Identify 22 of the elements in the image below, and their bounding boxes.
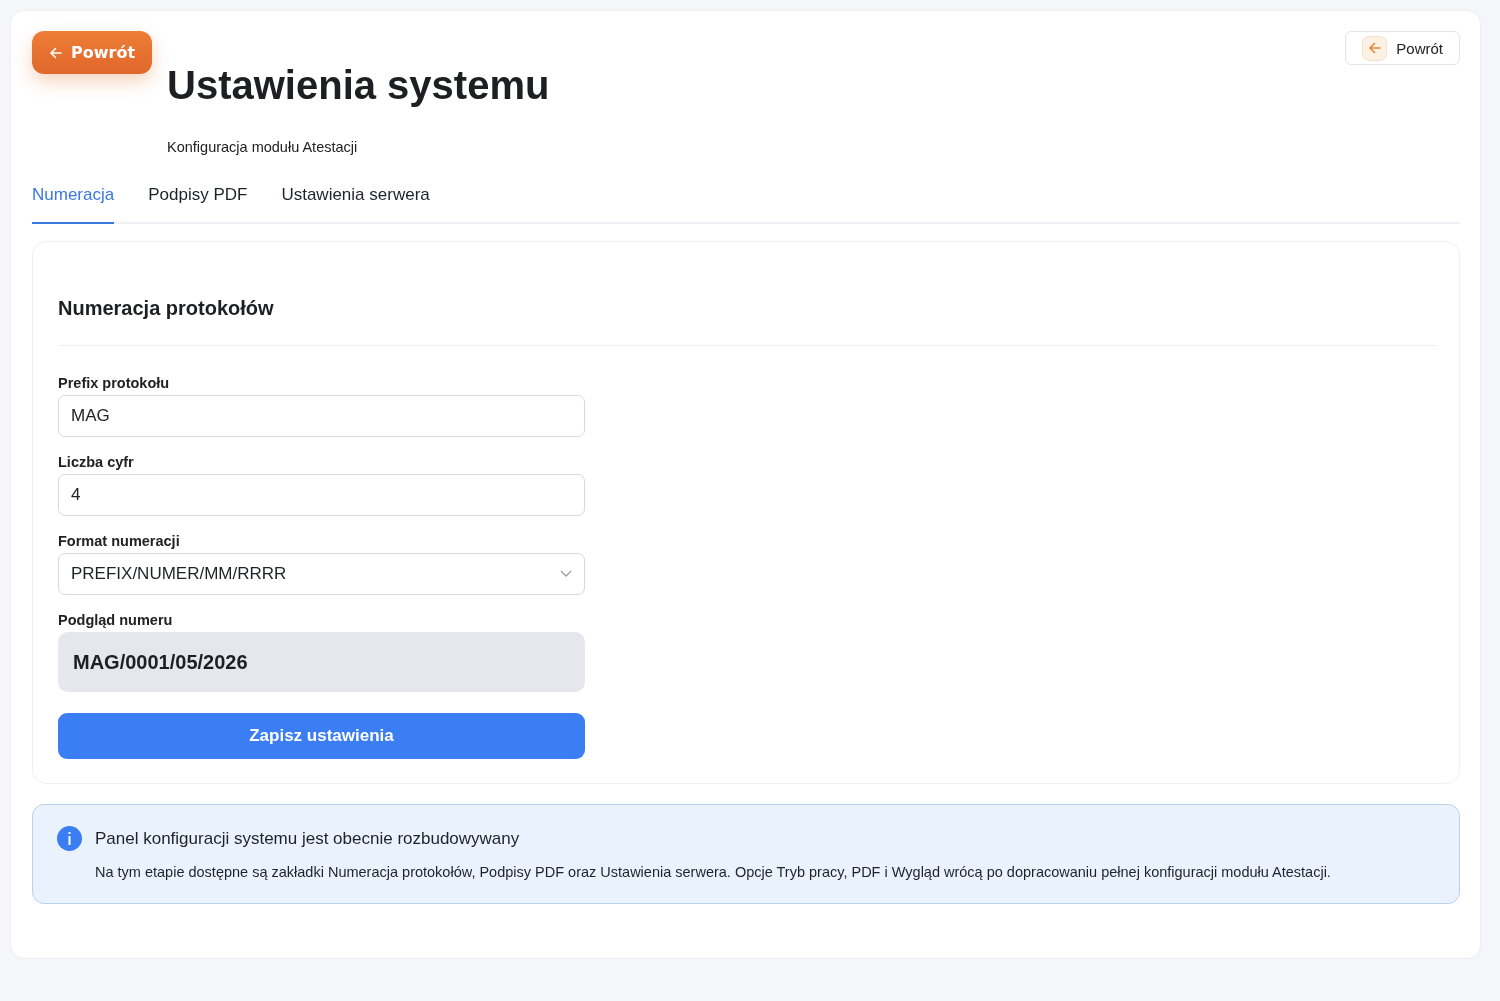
info-icon — [57, 826, 82, 851]
back-button[interactable]: Powrót — [1345, 31, 1460, 65]
field-label: Liczba cyfr — [58, 454, 135, 470]
page-subtitle: Konfiguracja modułu Atestacji — [167, 139, 359, 155]
field-label: Podgląd numeru — [58, 612, 174, 628]
text-input-field[interactable]: 4 — [58, 474, 585, 516]
page-title: Ustawienia systemu — [167, 62, 551, 108]
number-preview: MAG/0001/05/2026 — [58, 632, 585, 692]
info-title: Panel konfiguracji systemu jest obecnie rozbudowywany — [95, 828, 521, 849]
text-input-field[interactable]: MAG — [58, 395, 585, 437]
info-text: Na tym etapie dostępne są zakładki Numeracja protokołów, Podpisy PDF oraz Ustawienia serwera. Opcje Tryb pracy, PDF i Wygląd wrócą po dopracowaniu pełnej konfiguracji modułu Atestacji. — [95, 864, 1332, 880]
tab[interactable]: Ustawienia serwera — [281, 185, 430, 224]
select-field[interactable]: PREFIX/NUMER/MM/RRRR — [58, 553, 585, 595]
arrow-left-icon — [49, 45, 63, 60]
section-title: Numeracja protokołów — [58, 297, 1437, 346]
save-button[interactable]: Zapisz ustawienia — [58, 713, 585, 759]
tab[interactable]: Numeracja — [32, 185, 115, 224]
tab[interactable]: Podpisy PDF — [148, 185, 248, 224]
arrow-left-icon — [1362, 35, 1388, 61]
chevron-down-icon — [560, 570, 572, 578]
field-label: Format numeracji — [58, 533, 181, 549]
field-label: Prefix protokołu — [58, 375, 171, 391]
